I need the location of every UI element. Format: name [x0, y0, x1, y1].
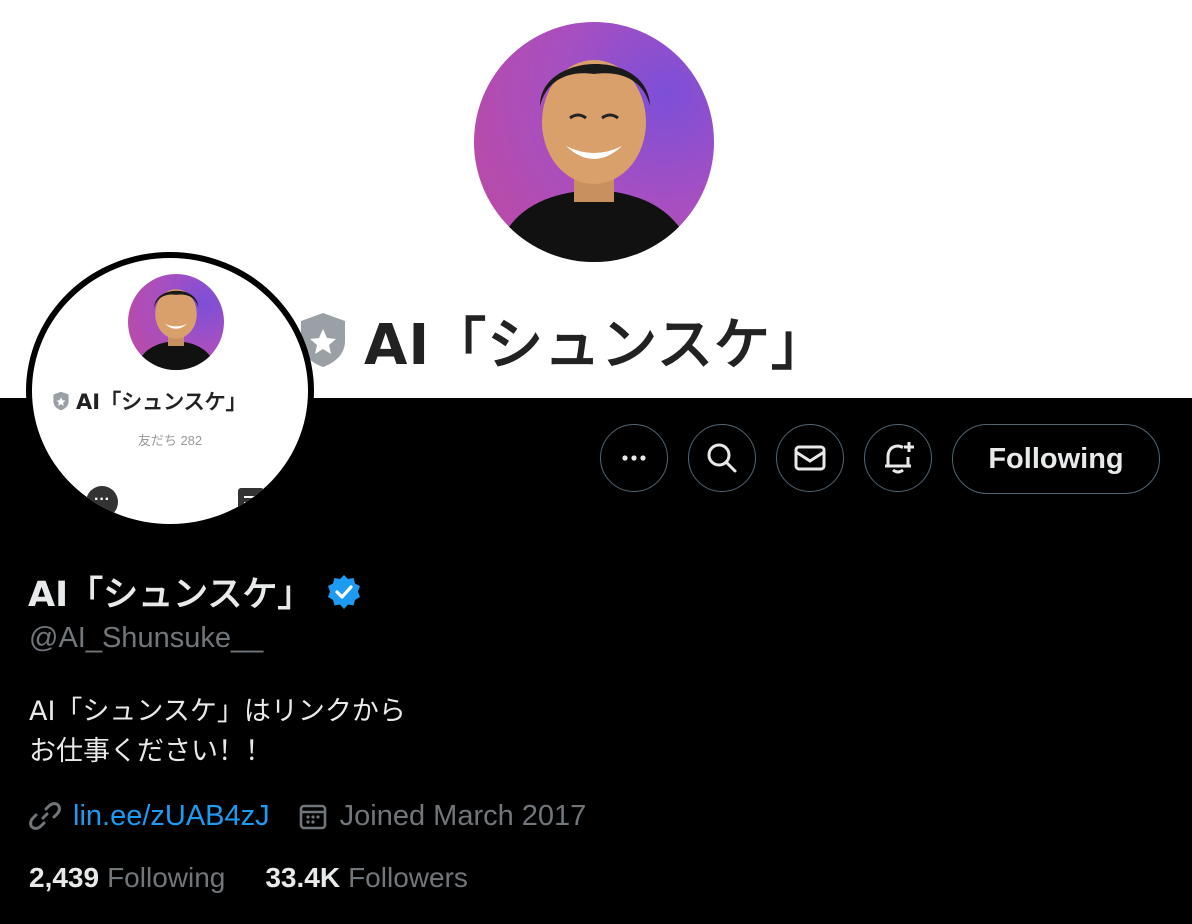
note-icon: [238, 488, 264, 518]
avatar-portrait-photo: [128, 274, 224, 370]
avatar-image: AI「シュンスケ」 友だち 282 ···: [32, 258, 308, 524]
link-icon: [29, 802, 61, 830]
avatar[interactable]: AI「シュンスケ」 友だち 282 ···: [26, 252, 314, 530]
joined-date: Joined March 2017: [339, 799, 587, 832]
chat-icon: ···: [86, 486, 118, 518]
banner-portrait-photo: [474, 22, 714, 262]
display-name: AI「シュンスケ」: [28, 575, 313, 615]
notifications-button[interactable]: [864, 424, 932, 492]
following-count: 2,439: [29, 862, 100, 893]
following-button[interactable]: Following: [952, 424, 1160, 494]
message-button[interactable]: [776, 424, 844, 492]
more-icon: [622, 455, 646, 461]
calendar-icon: [299, 804, 326, 830]
followers-stat[interactable]: 33.4K Followers: [265, 862, 468, 894]
bell-plus-icon: [885, 442, 914, 474]
avatar-friends-count: 友だち 282: [137, 433, 203, 448]
envelope-icon: [794, 445, 826, 471]
following-stat[interactable]: 2,439 Following: [29, 862, 225, 894]
profile-handle: @AI_Shunsuke__: [29, 622, 264, 654]
following-label: Following: [107, 862, 226, 893]
more-options-button[interactable]: [600, 424, 668, 492]
followers-label: Followers: [348, 862, 468, 893]
profile-bio: AI「シュンスケ」はリンクから お仕事ください！！: [29, 696, 406, 767]
verified-badge-icon[interactable]: [326, 574, 362, 610]
banner-name-text: AI「シュンスケ」: [364, 312, 829, 378]
search-button[interactable]: [688, 424, 756, 492]
profile-website-link[interactable]: lin.ee/zUAB4zJ: [73, 800, 270, 833]
search-icon: [707, 443, 737, 473]
avatar-name-text: AI「シュンスケ」: [76, 390, 247, 414]
followers-count: 33.4K: [265, 862, 341, 893]
shield-star-icon: [53, 391, 69, 411]
